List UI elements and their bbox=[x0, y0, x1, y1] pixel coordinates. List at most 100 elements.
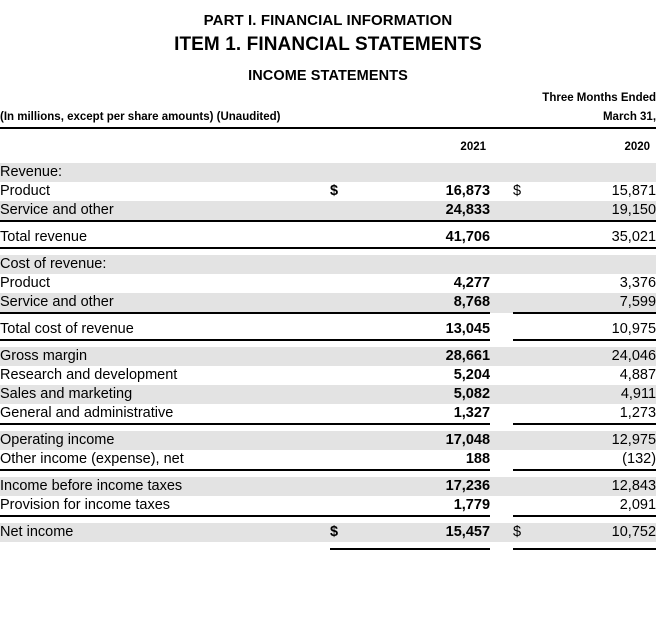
row-label: Operating income bbox=[0, 431, 330, 450]
row-label: Provision for income taxes bbox=[0, 497, 171, 513]
currency-symbol-2021 bbox=[330, 163, 358, 182]
currency-symbol-2021 bbox=[330, 366, 358, 385]
value-2021: 41,706 bbox=[445, 229, 491, 245]
column-gap bbox=[490, 431, 514, 450]
value-2020: 10,975 bbox=[611, 321, 656, 337]
column-gap bbox=[490, 320, 513, 340]
closing-rule bbox=[0, 548, 656, 551]
currency-symbol-2021 bbox=[330, 385, 358, 404]
column-gap bbox=[490, 404, 513, 424]
column-gap bbox=[490, 255, 514, 274]
table-row: Operating income 17,048 12,975 bbox=[0, 431, 656, 450]
row-label: Product bbox=[0, 275, 50, 291]
currency-symbol-2020 bbox=[513, 163, 544, 182]
column-gap bbox=[490, 366, 513, 385]
row-label: Total revenue bbox=[0, 229, 88, 245]
year-2020-header: 2020 bbox=[624, 141, 651, 153]
row-label: Sales and marketing bbox=[0, 385, 330, 404]
value-2021: 28,661 bbox=[358, 347, 491, 366]
column-gap bbox=[490, 293, 514, 313]
currency-symbol-2021 bbox=[330, 255, 358, 274]
table-row: Other income (expense), net 188 (132) bbox=[0, 450, 656, 470]
period-heading: Three Months Ended March 31, bbox=[490, 89, 656, 128]
column-gap bbox=[490, 477, 514, 496]
value-2020: (132) bbox=[622, 451, 656, 467]
value-2021: 13,045 bbox=[445, 321, 491, 337]
table-row: Cost of revenue: bbox=[0, 255, 656, 274]
value-2020: 4,887 bbox=[619, 367, 656, 383]
value-2021: 8,768 bbox=[358, 293, 491, 313]
year-header-cur1 bbox=[330, 138, 358, 157]
value-2021 bbox=[358, 255, 491, 274]
currency-symbol-2021 bbox=[330, 347, 358, 366]
table-row: Product $16,873 $15,871 bbox=[0, 182, 656, 201]
currency-symbol-2020 bbox=[513, 496, 543, 516]
value-2021: 15,457 bbox=[358, 523, 491, 542]
value-2021: 1,327 bbox=[453, 405, 491, 421]
currency-symbol-2020 bbox=[513, 274, 543, 293]
table-row: Revenue: bbox=[0, 163, 656, 182]
currency-symbol-2020 bbox=[513, 477, 544, 496]
currency-symbol-2020 bbox=[513, 320, 543, 340]
units-note: (In millions, except per share amounts) … bbox=[0, 111, 281, 123]
income-statement-table: (In millions, except per share amounts) … bbox=[0, 89, 656, 551]
currency-symbol-2020 bbox=[513, 385, 544, 404]
currency-symbol-2021 bbox=[330, 320, 358, 340]
table-row: Gross margin 28,661 24,046 bbox=[0, 347, 656, 366]
row-label: Revenue: bbox=[0, 163, 330, 182]
value-2021: 17,236 bbox=[358, 477, 491, 496]
column-gap bbox=[490, 228, 513, 248]
column-gap bbox=[490, 496, 513, 516]
table-row: Product 4,277 3,376 bbox=[0, 274, 656, 293]
part-title: PART I. FINANCIAL INFORMATION bbox=[203, 12, 453, 29]
table-row: Provision for income taxes 1,779 2,091 bbox=[0, 496, 656, 516]
value-2020: 2,091 bbox=[619, 497, 656, 513]
column-gap bbox=[490, 182, 513, 201]
currency-symbol-2021 bbox=[330, 404, 358, 424]
column-gap bbox=[490, 450, 513, 470]
currency-symbol-2021 bbox=[330, 496, 358, 516]
currency-symbol-2020 bbox=[513, 347, 544, 366]
value-2020 bbox=[543, 163, 656, 182]
year-2021-header: 2021 bbox=[460, 141, 487, 153]
table-row: Total cost of revenue 13,045 10,975 bbox=[0, 320, 656, 340]
currency-symbol-2020 bbox=[513, 255, 544, 274]
value-2020: 35,021 bbox=[611, 229, 656, 245]
value-2020: 3,376 bbox=[619, 275, 656, 291]
column-gap bbox=[490, 274, 513, 293]
table-row: Net income $15,457 $10,752 bbox=[0, 523, 656, 542]
currency-symbol-2020 bbox=[513, 431, 544, 450]
currency-symbol-2020 bbox=[513, 450, 543, 470]
year-header-cur2 bbox=[513, 138, 543, 157]
currency-symbol-2020: $ bbox=[513, 523, 544, 542]
header-row: (In millions, except per share amounts) … bbox=[0, 89, 656, 128]
value-2020: 15,871 bbox=[611, 183, 656, 199]
column-gap bbox=[490, 201, 514, 221]
currency-symbol-2020 bbox=[513, 366, 543, 385]
currency-symbol-2021 bbox=[330, 228, 358, 248]
value-2020: 12,843 bbox=[543, 477, 656, 496]
statement-title: INCOME STATEMENTS bbox=[248, 68, 408, 84]
table-row: Total revenue 41,706 35,021 bbox=[0, 228, 656, 248]
year-header-row: 2021 2020 bbox=[0, 138, 656, 157]
value-2020: 12,975 bbox=[543, 431, 656, 450]
row-label: Income before income taxes bbox=[0, 477, 330, 496]
column-gap bbox=[490, 385, 514, 404]
column-gap bbox=[490, 523, 514, 542]
table-row: Income before income taxes 17,236 12,843 bbox=[0, 477, 656, 496]
currency-symbol-2021 bbox=[330, 477, 358, 496]
row-label: Cost of revenue: bbox=[0, 255, 330, 274]
value-2021: 24,833 bbox=[358, 201, 491, 221]
period-line-1: Three Months Ended bbox=[542, 92, 656, 104]
currency-symbol-2021 bbox=[330, 293, 358, 313]
value-2020: 4,911 bbox=[543, 385, 656, 404]
currency-symbol-2021: $ bbox=[330, 183, 339, 199]
value-2020: 7,599 bbox=[543, 293, 656, 313]
currency-symbol-2021: $ bbox=[330, 523, 358, 542]
value-2021: 16,873 bbox=[445, 183, 491, 199]
table-row: General and administrative 1,327 1,273 bbox=[0, 404, 656, 424]
item-title: ITEM 1. FINANCIAL STATEMENTS bbox=[174, 34, 482, 55]
value-2021 bbox=[358, 163, 491, 182]
currency-symbol-2020 bbox=[513, 404, 543, 424]
spacer-row bbox=[0, 542, 656, 549]
